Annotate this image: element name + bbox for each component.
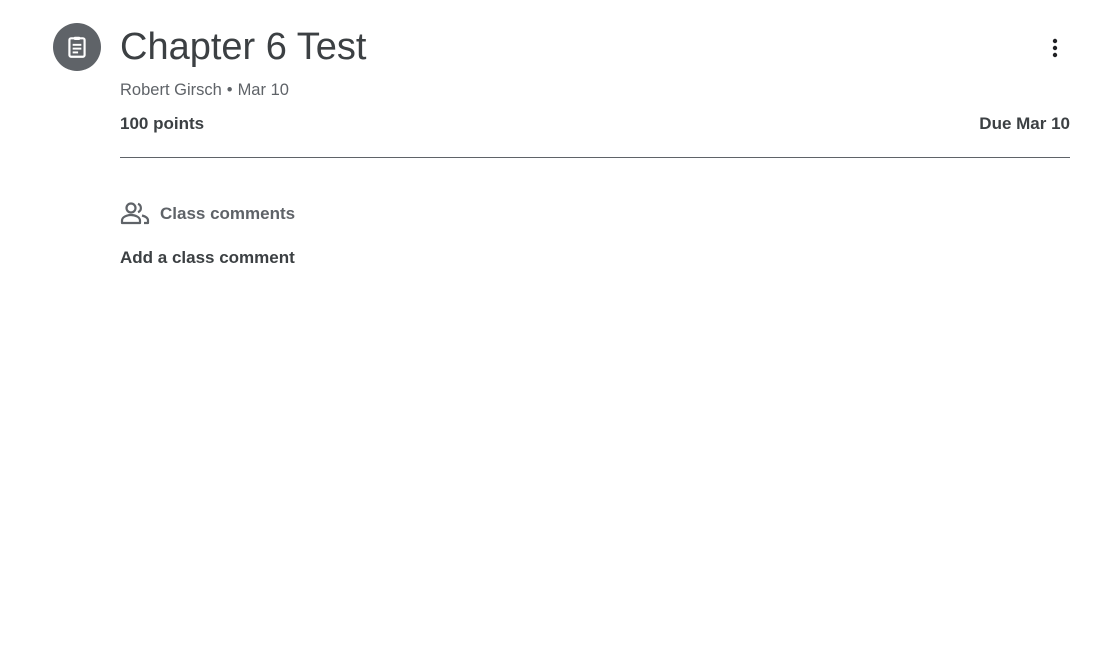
more-vert-icon [1052, 38, 1058, 58]
posted-date: Mar 10 [237, 81, 289, 99]
assignment-meta: Robert Girsch • Mar 10 [120, 80, 289, 100]
clipboard-glyph [68, 36, 86, 58]
class-comments-label: Class comments [160, 204, 296, 223]
assignment-clipboard-icon [53, 23, 101, 71]
add-class-comment-link[interactable]: Add a class comment [120, 247, 295, 269]
people-icon [120, 200, 150, 228]
header-divider [120, 157, 1070, 158]
assignment-title: Chapter 6 Test [120, 26, 367, 68]
meta-separator: • [226, 81, 233, 99]
class-comments-header: Class comments [120, 200, 295, 228]
author-name: Robert Girsch [120, 81, 222, 99]
assignment-points: 100 points [120, 114, 205, 133]
assignment-page: Chapter 6 Test Robert Girsch • Mar 10 100 … [0, 0, 1103, 651]
more-options-button[interactable] [1035, 28, 1075, 68]
due-date: Due Mar 10 [979, 114, 1070, 133]
